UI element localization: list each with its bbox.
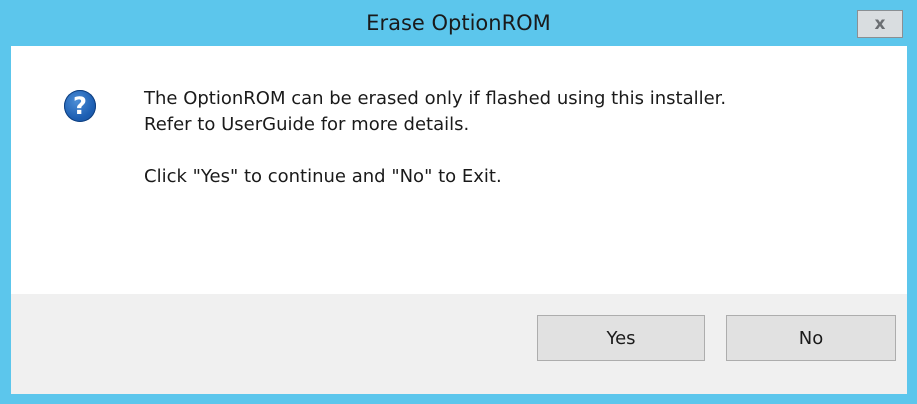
close-icon: x	[874, 14, 886, 34]
title-bar[interactable]: Erase OptionROM	[0, 0, 917, 46]
no-button-label: No	[798, 327, 824, 349]
message-line-1: The OptionROM can be erased only if flas…	[144, 88, 727, 109]
close-button[interactable]: x	[857, 10, 903, 38]
yes-button[interactable]: Yes	[537, 315, 705, 361]
yes-button-label: Yes	[606, 327, 636, 349]
dialog-window: Erase OptionROM x ? The OptionROM can be…	[0, 0, 917, 404]
message-spacer	[144, 138, 864, 164]
no-button[interactable]: No	[726, 315, 896, 361]
dialog-message: The OptionROM can be erased only if flas…	[144, 86, 864, 190]
question-icon: ?	[64, 90, 96, 122]
dialog-title: Erase OptionROM	[366, 11, 551, 35]
message-line-2: Refer to UserGuide for more details.	[144, 114, 470, 135]
message-line-3: Click "Yes" to continue and "No" to Exit…	[144, 166, 502, 187]
